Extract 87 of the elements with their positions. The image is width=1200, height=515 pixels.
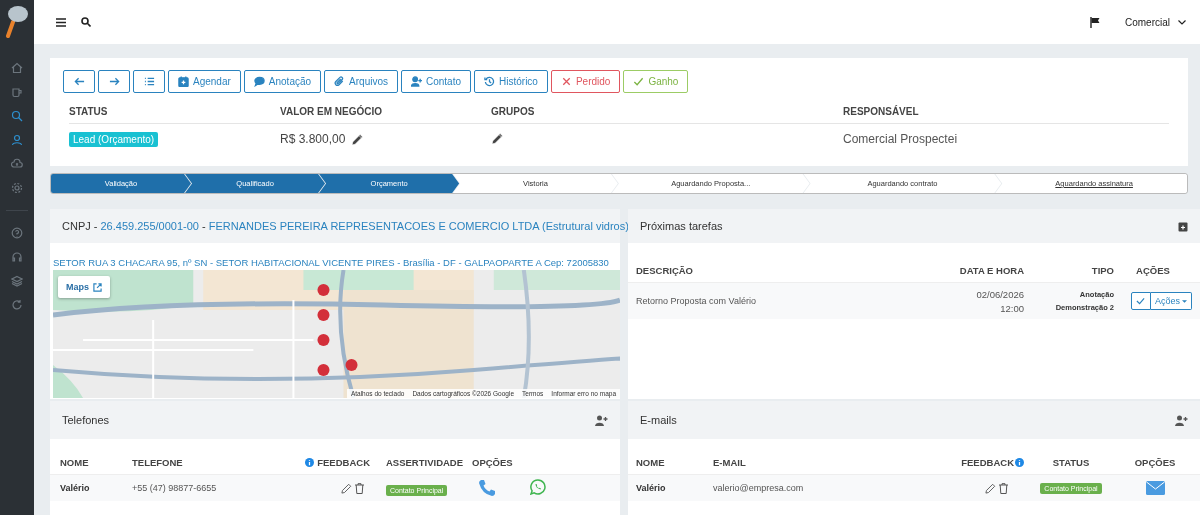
table-cell-text: Retorno Proposta com Valério [636,296,757,306]
deal-value: R$ 3.800,00 [280,132,346,146]
cloud-icon[interactable] [11,158,23,170]
user-plus-icon[interactable] [595,414,608,426]
info-icon[interactable] [305,458,315,467]
toolbar-button[interactable] [63,70,95,93]
check-icon [633,76,645,87]
check-icon [1136,297,1146,305]
magnifier-logo-icon [5,4,29,38]
trash-icon[interactable] [354,482,364,494]
column-header: NOME [60,457,90,468]
column-header: DATA E HORA [958,265,1024,276]
arrow-right-icon [108,76,120,87]
toolbar-button[interactable]: Histórico [474,70,548,93]
company-heading: CNPJ - 26.459.255/0001-00 - FERNANDES PEREIRA REPRESENTACOES E COMERCIO LTDA (Estrutural vidros) [62,220,629,232]
email-address: valerio@empresa.com [713,483,805,493]
user-icon[interactable] [11,134,23,146]
column-header: FEEDBACK [961,457,1014,468]
trash-icon[interactable] [998,482,1008,494]
pencil-icon[interactable] [984,482,996,494]
calendar-icon [178,76,189,87]
layers-icon[interactable] [11,275,23,287]
cnpj-link[interactable]: 26.459.255/0001-00 [100,220,199,232]
column-header: E-MAIL [713,457,747,468]
date-text: 02/06/2026 [976,288,1024,300]
status-badge: Lead (Orçamento) [69,131,159,147]
headset-icon[interactable] [11,251,23,263]
contact-name: Valério [60,483,91,493]
cup-icon[interactable] [11,86,23,98]
column-header: AÇÕES [1135,265,1171,276]
settings-icon[interactable] [11,182,23,194]
actions-dropdown[interactable]: Ações [1151,292,1192,310]
column-header: FEEDBACK [317,457,370,468]
history-icon [484,76,495,87]
column-header: TELEFONE [132,457,184,468]
pencil-icon[interactable] [340,482,352,494]
column-header: STATUS [1051,457,1091,468]
column-header: OPÇÕES [1133,457,1177,468]
panel-title: E-mails [640,414,677,426]
menu-icon[interactable] [56,17,66,27]
user-menu[interactable]: Comercial [1125,16,1186,28]
close-icon [560,76,572,87]
paperclip-icon [334,76,346,87]
maps-button[interactable]: Maps [58,276,110,298]
toolbar-button[interactable]: Anotação [243,70,322,93]
calendar-plus-icon[interactable] [1178,220,1188,232]
toolbar-button[interactable] [133,70,165,93]
column-header: NOME [636,457,666,468]
column-header: DESCRIÇÃO [636,265,694,276]
column-header: OPÇÕES [472,457,514,468]
comment-icon [253,76,265,87]
arrow-left-icon [73,76,85,87]
phone-icon[interactable] [478,479,496,497]
column-header: GRUPOS [491,93,843,124]
phone-number: +55 (47) 98877-6655 [132,483,218,493]
toolbar-button[interactable]: Agendar [168,70,241,93]
help-icon[interactable] [11,227,23,239]
column-header: VALOR EM NEGÓCIO [280,93,491,124]
home-icon[interactable] [11,62,23,74]
refresh-icon[interactable] [11,299,23,311]
toolbar-button[interactable] [98,70,130,93]
responsible-name: Comercial Prospectei [843,132,959,146]
time-text: 12:00 [1000,302,1024,314]
flag-icon[interactable] [1090,16,1100,28]
external-link-icon [93,282,102,292]
address-link[interactable]: SETOR RUA 3 CHACARA 95, nº SN - SETOR HABITACIONAL VICENTE PIRES - Brasília - DF - GALPAOPARTE A Cep: 72005830 [50,243,620,270]
envelope-icon[interactable] [1145,481,1165,495]
info-icon[interactable] [1015,458,1024,467]
column-header: TIPO [1090,265,1114,276]
complete-button[interactable] [1131,292,1151,310]
list-icon [143,76,155,87]
user-plus-icon [411,76,422,87]
whatsapp-icon[interactable] [530,479,546,495]
toolbar-button[interactable]: Perdido [550,70,621,93]
toolbar-button[interactable]: Arquivos [324,70,398,93]
caret-icon [1182,299,1187,303]
column-header: RESPONSÁVEL [843,93,1169,124]
panel-title: Telefones [62,414,110,426]
column-header: STATUS [69,93,280,124]
panel-title: Próximas tarefas [640,220,723,232]
company-link[interactable]: FERNANDES PEREIRA REPRESENTACOES E COMERCIO LTDA (Estrutural vidros) [208,220,629,232]
contact-name: Valério [636,483,667,493]
column-header: ASSERTIVIDADE [386,457,465,468]
search-icon[interactable] [81,17,91,27]
caret-icon [1178,19,1186,25]
user-plus-icon[interactable] [1175,414,1188,426]
toolbar-button[interactable]: Contato [401,70,471,93]
